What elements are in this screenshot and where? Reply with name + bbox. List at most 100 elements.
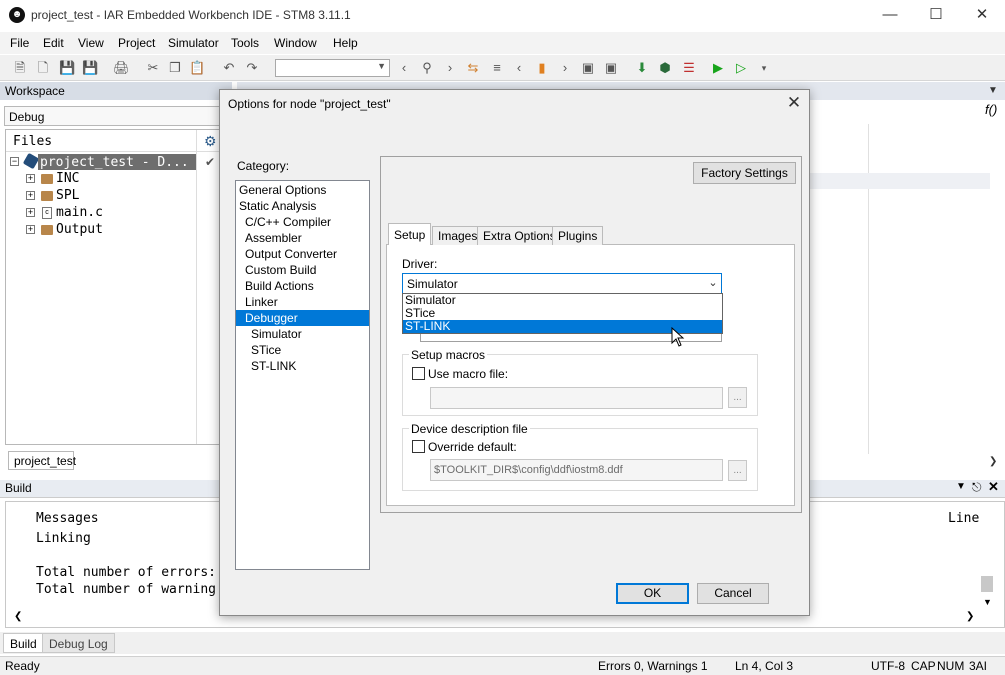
category-stice[interactable]: STice bbox=[236, 342, 369, 358]
paste-icon[interactable]: 📋 bbox=[189, 60, 205, 76]
make-icon[interactable]: ▣ bbox=[603, 60, 619, 76]
print-icon[interactable]: 🖨 bbox=[113, 60, 130, 76]
save-icon[interactable]: 💾 bbox=[59, 60, 75, 76]
driver-option-simulator[interactable]: Simulator bbox=[403, 294, 722, 307]
menu-project[interactable]: Project bbox=[118, 36, 155, 50]
browse-macro-button[interactable]: ... bbox=[728, 387, 747, 408]
copy-icon[interactable]: ❐ bbox=[167, 60, 183, 76]
expand-icon[interactable]: + bbox=[26, 174, 35, 183]
compile-icon[interactable]: ▣ bbox=[580, 60, 596, 76]
scrollbar-thumb[interactable] bbox=[981, 576, 993, 592]
gear-icon[interactable]: ⚙ bbox=[204, 133, 217, 150]
category-output-converter[interactable]: Output Converter bbox=[236, 246, 369, 262]
toolbar-overflow-icon[interactable]: ▾ bbox=[756, 60, 772, 76]
redo-icon[interactable]: ↷ bbox=[244, 60, 260, 76]
tree-item-output[interactable]: Output bbox=[56, 222, 103, 237]
tree-item-inc[interactable]: INC bbox=[56, 171, 79, 186]
cut-icon[interactable]: ✂ bbox=[145, 60, 161, 76]
expand-icon[interactable]: + bbox=[26, 191, 35, 200]
ddf-file-input[interactable]: $TOOLKIT_DIR$\config\ddf\iostm8.ddf bbox=[430, 459, 723, 481]
configuration-selector[interactable]: Debug bbox=[4, 106, 232, 126]
undo-icon[interactable]: ↶ bbox=[221, 60, 237, 76]
next-bookmark-icon[interactable]: › bbox=[557, 60, 573, 76]
folder-icon bbox=[41, 174, 53, 184]
collapse-icon[interactable]: − bbox=[10, 157, 19, 166]
toggle-bookmark-icon[interactable]: ⇆ bbox=[465, 60, 481, 76]
window-title: project_test - IAR Embedded Workbench ID… bbox=[31, 8, 351, 22]
tab-images[interactable]: Images bbox=[432, 226, 484, 245]
files-header: Files bbox=[13, 134, 53, 149]
build-col-line: Line bbox=[948, 511, 980, 526]
menu-view[interactable]: View bbox=[78, 36, 104, 50]
scroll-down-icon[interactable]: ▼ bbox=[983, 597, 992, 607]
tab-list-icon[interactable]: ▼ bbox=[988, 85, 998, 96]
use-macro-checkbox[interactable] bbox=[412, 367, 425, 380]
category-c-compiler[interactable]: C/C++ Compiler bbox=[236, 214, 369, 230]
prev-bookmark-icon[interactable]: ‹ bbox=[511, 60, 527, 76]
menu-tools[interactable]: Tools bbox=[231, 36, 259, 50]
workspace-tab[interactable]: project_test bbox=[8, 451, 76, 470]
ok-button[interactable]: OK bbox=[616, 583, 689, 604]
category-static-analysis[interactable]: Static Analysis bbox=[236, 198, 369, 214]
scroll-right-icon[interactable]: ❯ bbox=[989, 456, 997, 467]
minimize-button[interactable]: — bbox=[867, 0, 913, 32]
expand-icon[interactable]: + bbox=[26, 225, 35, 234]
editor-area[interactable] bbox=[810, 100, 1005, 472]
category-assembler[interactable]: Assembler bbox=[236, 230, 369, 246]
menu-simulator[interactable]: Simulator bbox=[168, 36, 219, 50]
nav-forward-icon[interactable]: › bbox=[442, 60, 458, 76]
category-st-link[interactable]: ST-LINK bbox=[236, 358, 369, 374]
category-linker[interactable]: Linker bbox=[236, 294, 369, 310]
browse-ddf-button[interactable]: ... bbox=[728, 460, 747, 481]
close-panel-icon[interactable]: ✕ bbox=[988, 479, 999, 495]
menu-window[interactable]: Window bbox=[274, 36, 317, 50]
cancel-button[interactable]: Cancel bbox=[697, 583, 769, 604]
close-window-button[interactable]: ✕ bbox=[959, 0, 1005, 32]
maximize-button[interactable]: ☐ bbox=[913, 0, 959, 32]
stop-build-icon[interactable]: ☰ bbox=[681, 60, 697, 76]
build-tab-strip bbox=[0, 632, 1005, 654]
category-custom-build[interactable]: Custom Build bbox=[236, 262, 369, 278]
save-all-icon[interactable]: 💾 bbox=[82, 60, 98, 76]
macro-file-input[interactable] bbox=[430, 387, 723, 409]
tree-item-spl[interactable]: SPL bbox=[56, 188, 79, 203]
tab-debug-log[interactable]: Debug Log bbox=[42, 633, 115, 653]
category-build-actions[interactable]: Build Actions bbox=[236, 278, 369, 294]
use-macro-label: Use macro file: bbox=[428, 367, 509, 381]
function-icon[interactable]: f() bbox=[985, 102, 997, 117]
debug-without-download-icon[interactable]: ▷ bbox=[733, 60, 749, 76]
new-workspace-icon[interactable]: 🗋 bbox=[35, 60, 51, 76]
debug-icon[interactable]: ⬢ bbox=[657, 60, 673, 76]
menu-file[interactable]: File bbox=[10, 36, 29, 50]
go-to-line-icon[interactable]: ≡ bbox=[489, 60, 505, 76]
scroll-left-icon[interactable]: ❮ bbox=[14, 611, 22, 622]
find-icon[interactable]: ⚲ bbox=[419, 60, 435, 76]
breakpoint-icon[interactable]: ▮ bbox=[534, 60, 550, 76]
new-file-icon[interactable]: 🗎 bbox=[12, 60, 28, 76]
download-icon[interactable]: ⬇ bbox=[634, 60, 650, 76]
download-and-debug-icon[interactable]: ▶ bbox=[710, 60, 726, 76]
panel-menu-icon[interactable]: ▼ bbox=[956, 481, 966, 492]
project-node-label: project_test - D... bbox=[40, 155, 189, 170]
category-debugger[interactable]: Debugger bbox=[236, 310, 369, 326]
close-icon[interactable]: ✕ bbox=[784, 94, 804, 114]
nav-back-icon[interactable]: ‹ bbox=[396, 60, 412, 76]
category-general-options[interactable]: General Options bbox=[236, 182, 369, 198]
override-default-checkbox[interactable] bbox=[412, 440, 425, 453]
pin-icon[interactable]: ⎋ bbox=[972, 480, 982, 495]
tree-item-main-c[interactable]: main.c bbox=[56, 205, 103, 220]
menu-edit[interactable]: Edit bbox=[43, 36, 64, 50]
expand-icon[interactable]: + bbox=[26, 208, 35, 217]
toolbar-combo[interactable]: ▼ bbox=[275, 59, 390, 77]
tab-extra-options[interactable]: Extra Options bbox=[477, 226, 562, 245]
tab-build[interactable]: Build bbox=[3, 633, 44, 653]
driver-option-stice[interactable]: STice bbox=[403, 307, 722, 320]
menu-help[interactable]: Help bbox=[333, 36, 358, 50]
chevron-down-icon[interactable]: ⌄ bbox=[706, 276, 720, 290]
tab-setup[interactable]: Setup bbox=[388, 223, 432, 245]
tab-plugins[interactable]: Plugins bbox=[552, 226, 604, 245]
factory-settings-button[interactable]: Factory Settings bbox=[693, 162, 796, 184]
category-simulator[interactable]: Simulator bbox=[236, 326, 369, 342]
driver-select[interactable]: Simulator bbox=[402, 273, 722, 294]
scroll-right-icon[interactable]: ❯ bbox=[966, 611, 974, 622]
